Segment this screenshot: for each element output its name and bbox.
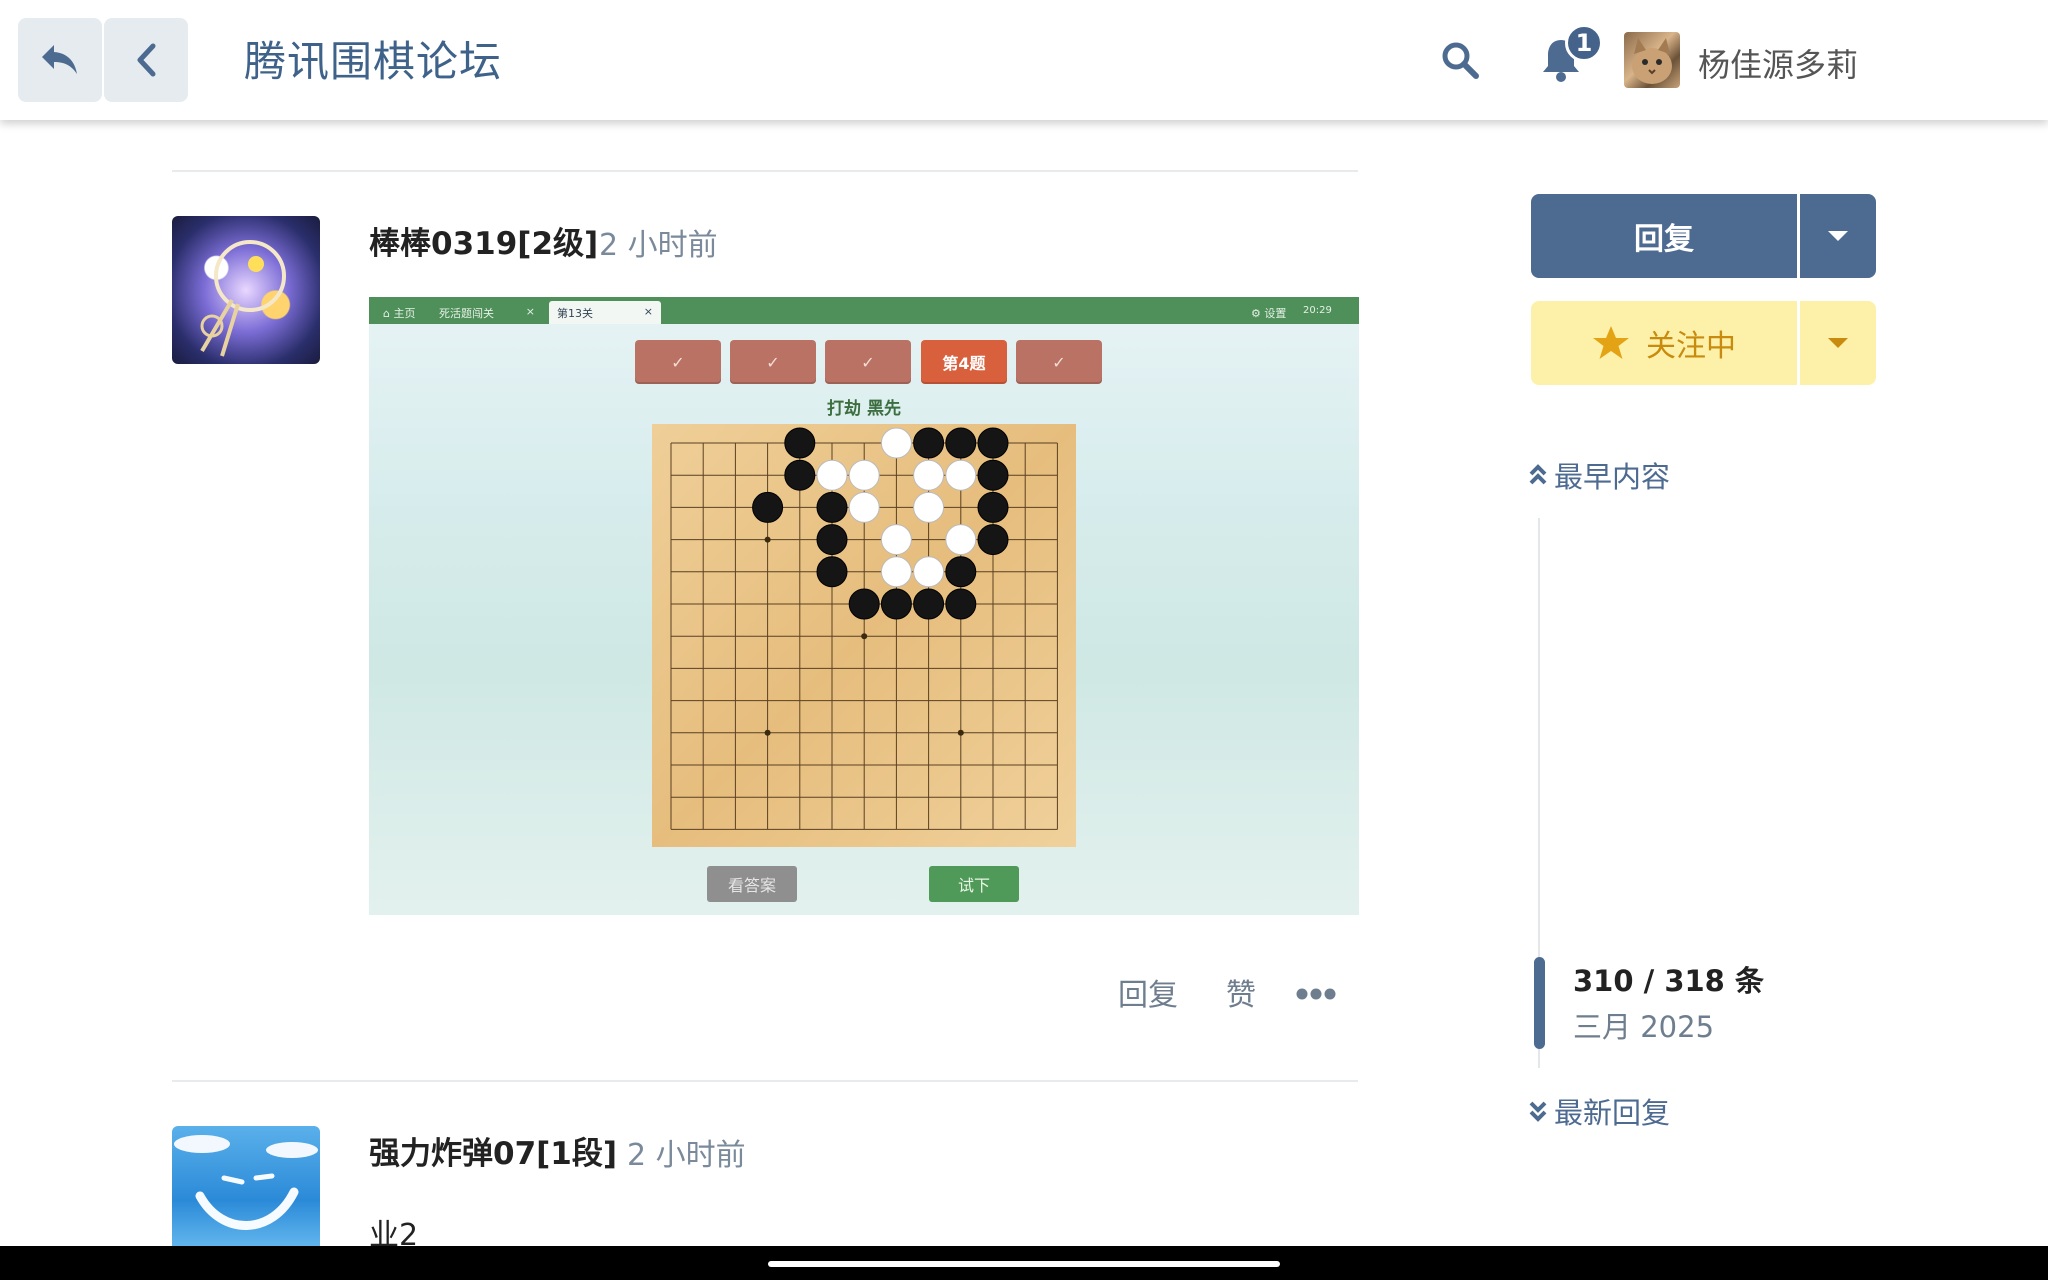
black-stone [945,556,977,588]
black-stone [816,491,848,523]
level-done-5: ✓ [1016,340,1102,384]
white-stone [880,524,912,556]
level-done-2: ✓ [730,340,816,384]
black-stone [752,491,784,523]
level-done-3: ✓ [825,340,911,384]
home-tab: ⌂ 主页 [383,307,416,320]
black-stone [977,491,1009,523]
show-answer-button: 看答案 [707,866,797,902]
go-board [652,424,1076,847]
divider [172,170,1358,172]
back-button[interactable] [104,18,188,102]
divider [172,1080,1358,1082]
post-author[interactable]: 棒棒0319[2级] [369,218,598,263]
black-stone [816,524,848,556]
double-chevron-up-icon [1529,464,1547,485]
black-stone [816,556,848,588]
post-author[interactable]: 强力炸弹07[1段] [369,1128,617,1173]
white-stone [880,556,912,588]
black-stone [977,524,1009,556]
post-time[interactable]: 2 小时前 [627,1130,746,1174]
app-tab-bar: ⌂ 主页 死活题闯关 × 第13关 × ⚙ 设置 20:29 [369,297,1359,324]
level-done-1: ✓ [635,340,721,384]
black-stone [913,427,945,459]
black-stone [784,459,816,491]
post-author-avatar[interactable] [172,216,320,364]
go-board-grid [670,427,1058,830]
star-icon [1593,326,1629,359]
black-stone [977,427,1009,459]
post-author-avatar[interactable] [172,1126,320,1250]
black-stone [880,588,912,620]
white-stone [816,459,848,491]
level-current: 第4题 [921,340,1007,384]
reply-back-button[interactable] [18,18,102,102]
top-header: 腾讯围棋论坛 1 杨佳源多莉 [0,0,2048,120]
settings-label: ⚙ 设置 [1251,307,1287,320]
problem-hint: 打劫 黑先 [827,399,901,419]
black-stone [945,588,977,620]
tab-level-select: 死活题闯关 × [439,305,535,320]
white-stone [913,556,945,588]
caret-down-icon [1828,338,1848,348]
black-stone [784,427,816,459]
timeline-position: 310 / 318 条 [1573,964,1764,998]
white-stone [880,427,912,459]
user-avatar[interactable] [1624,32,1680,88]
jump-to-latest[interactable]: 最新回复 [1528,1090,1670,1132]
black-stone [977,459,1009,491]
try-move-button: 试下 [929,866,1019,902]
caret-down-icon [1828,231,1848,241]
avatar-image [200,240,286,357]
follow-button[interactable]: 关注中 [1531,301,1797,385]
white-stone [945,459,977,491]
cat-avatar-image [1632,38,1672,84]
like-action[interactable]: 赞 [1226,970,1256,1014]
black-stone [848,588,880,620]
notification-badge: 1 [1565,24,1603,62]
avatar-image [174,1135,318,1230]
black-stone [945,427,977,459]
search-icon [1442,42,1479,79]
reply-options-button[interactable] [1800,194,1876,278]
white-stone [913,491,945,523]
white-stone [848,459,880,491]
tab-current-level: 第13关 × [549,301,661,324]
home-indicator[interactable] [768,1261,1280,1267]
more-actions-button[interactable] [1296,986,1336,1005]
white-stone [848,491,880,523]
white-stone [913,459,945,491]
site-title[interactable]: 腾讯围棋论坛 [244,28,502,89]
double-chevron-down-icon [1529,1101,1547,1122]
search-button[interactable] [1440,40,1480,84]
clock: 20:29 [1303,305,1332,316]
ellipsis-icon [1296,988,1336,1000]
reply-button[interactable]: 回复 [1531,194,1797,278]
username[interactable]: 杨佳源多莉 [1698,40,1858,86]
reply-arrow-icon [42,45,77,74]
black-stone [913,588,945,620]
post-time[interactable]: 2 小时前 [599,220,718,264]
timeline-handle[interactable] [1534,957,1545,1049]
timeline-date: 三月 2025 [1573,1010,1715,1044]
follow-options-button[interactable] [1800,301,1876,385]
chevron-left-icon [137,43,156,77]
follow-label: 关注中 [1646,329,1736,364]
white-stone [945,524,977,556]
jump-to-earliest[interactable]: 最早内容 [1528,454,1670,496]
reply-action[interactable]: 回复 [1118,970,1178,1014]
post-image[interactable]: ⌂ 主页 死活题闯关 × 第13关 × ⚙ 设置 20:29 ✓ ✓ ✓ 第4题… [369,297,1359,915]
